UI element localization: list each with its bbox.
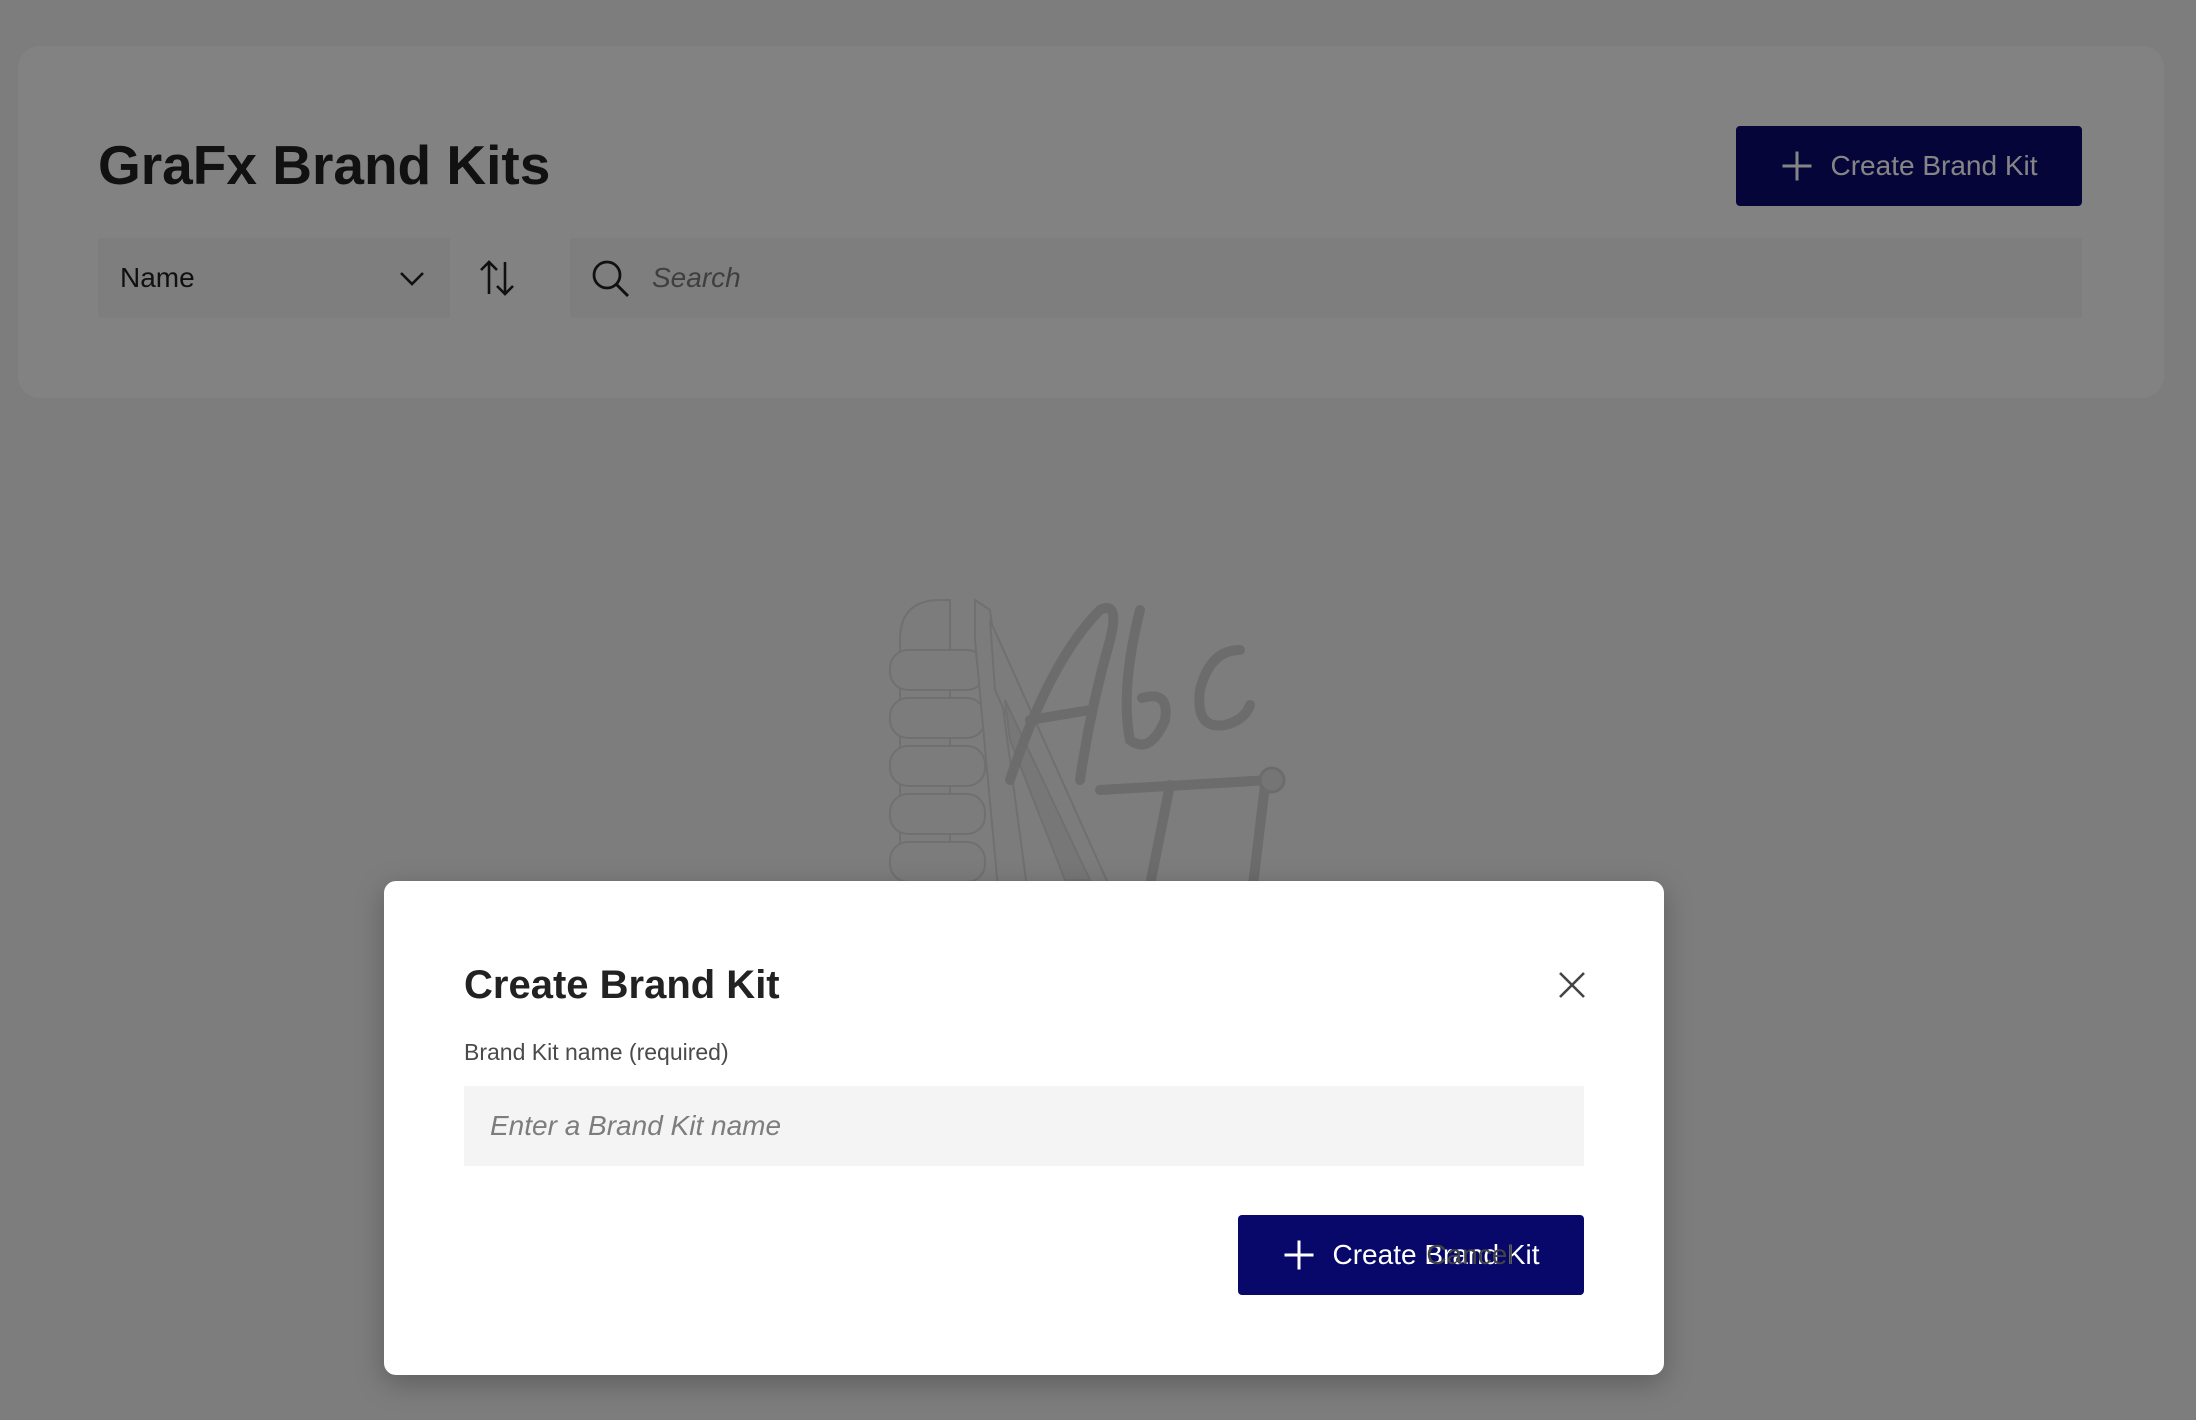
dialog-title: Create Brand Kit	[464, 963, 780, 1007]
brand-kit-name-input[interactable]	[464, 1086, 1584, 1166]
cancel-button[interactable]: Cancel	[1400, 1215, 1540, 1295]
create-brand-kit-dialog: Create Brand Kit Brand Kit name (require…	[384, 881, 1664, 1375]
brand-kit-name-label: Brand Kit name (required)	[464, 1039, 729, 1065]
close-icon	[1559, 972, 1585, 998]
close-button[interactable]	[1552, 965, 1592, 1005]
plus-icon	[1284, 1240, 1313, 1270]
